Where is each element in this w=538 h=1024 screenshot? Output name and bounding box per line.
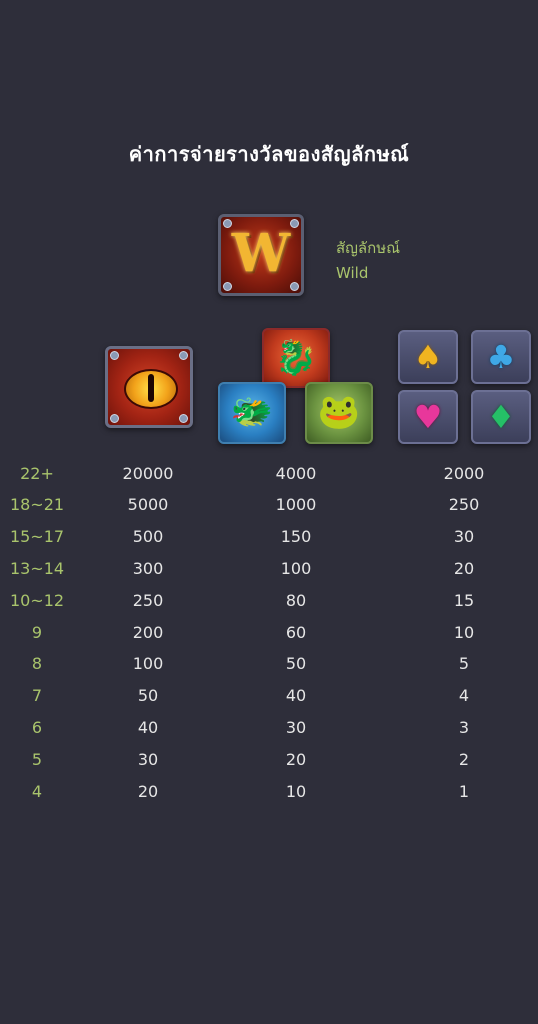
suit-payout: 1 [458,782,470,801]
paytable-row: 9 200 60 10 [0,617,538,649]
blue-dragon-glyph: 🐲 [230,392,274,432]
diamond-icon: ♦ [471,390,531,444]
eye-payout: 20 [137,782,159,801]
wild-label-en: Wild [336,264,369,282]
wild-label-thai: สัญลักษณ์ [336,239,401,257]
suit-payout: 4 [458,686,470,705]
club-icon: ♣ [471,330,531,384]
dragon-payout: 10 [285,782,307,801]
wild-label: สัญลักษณ์ Wild [336,236,400,286]
count-label: 13~14 [9,559,65,578]
eye-payout: 20000 [122,464,174,483]
suit-payout: 10 [453,623,475,642]
eye-payout: 5000 [127,495,169,514]
paytable-row: 8 100 50 5 [0,648,538,680]
eye-payout: 250 [132,591,164,610]
spade-glyph: ♠ [413,338,443,376]
count-label: 4 [31,782,43,801]
count-label: 5 [31,750,43,769]
paytable-row: 18~21 5000 1000 250 [0,489,538,521]
bolt-icon [179,414,188,423]
suit-payout: 15 [453,591,475,610]
dragon-eye-icon [105,346,193,428]
club-glyph: ♣ [486,338,516,376]
paytable-row: 15~17 500 150 30 [0,521,538,553]
eye-payout: 40 [137,718,159,737]
eye-payout: 30 [137,750,159,769]
suit-payout: 3 [458,718,470,737]
suit-payout: 2000 [443,464,485,483]
dragon-payout: 40 [285,686,307,705]
page-title: ค่าการจ่ายรางวัลของสัญลักษณ์ [128,142,410,166]
dragon-payout: 30 [285,718,307,737]
suit-payout: 2 [458,750,470,769]
count-label: 7 [31,686,43,705]
dragon-payout: 150 [280,527,312,546]
green-dragon-icon: 🐸 [305,382,373,444]
eye-payout: 200 [132,623,164,642]
blue-dragon-icon: 🐲 [218,382,286,444]
eye-payout: 500 [132,527,164,546]
dragon-payout: 20 [285,750,307,769]
suit-payout: 20 [453,559,475,578]
paytable-row: 22+ 20000 4000 2000 [0,458,538,490]
red-dragon-icon: 🐉 [262,328,330,388]
bolt-icon [110,351,119,360]
paytable-row: 13~14 300 100 20 [0,553,538,585]
green-dragon-glyph: 🐸 [317,392,361,432]
paytable-row: 6 40 30 3 [0,712,538,744]
count-label: 18~21 [9,495,65,514]
eye-payout: 300 [132,559,164,578]
eye-payout: 50 [137,686,159,705]
spade-icon: ♠ [398,330,458,384]
count-label: 8 [31,654,43,673]
red-dragon-glyph: 🐉 [274,338,318,378]
suit-payout: 30 [453,527,475,546]
heart-glyph: ♥ [413,398,443,436]
count-label: 10~12 [9,591,65,610]
diamond-glyph: ♦ [486,398,516,436]
eye-iris [124,369,178,409]
suit-payout: 250 [448,495,480,514]
paytable-row: 4 20 10 1 [0,776,538,808]
heart-icon: ♥ [398,390,458,444]
dragon-payout: 80 [285,591,307,610]
paytable-row: 5 30 20 2 [0,744,538,776]
eye-pupil [148,374,154,402]
dragon-payout: 60 [285,623,307,642]
count-label: 15~17 [9,527,65,546]
count-label: 22+ [20,464,54,483]
dragon-payout: 1000 [275,495,317,514]
count-label: 6 [31,718,43,737]
suit-payout: 5 [458,654,470,673]
paytable-row: 10~12 250 80 15 [0,585,538,617]
eye-payout: 100 [132,654,164,673]
wild-letter: W [231,223,291,284]
dragon-payout: 50 [285,654,307,673]
dragon-payout: 4000 [275,464,317,483]
bolt-icon [110,414,119,423]
count-label: 9 [31,623,43,642]
bolt-icon [179,351,188,360]
paytable-row: 7 50 40 4 [0,680,538,712]
dragon-payout: 100 [280,559,312,578]
wild-symbol-icon: W [218,214,304,296]
